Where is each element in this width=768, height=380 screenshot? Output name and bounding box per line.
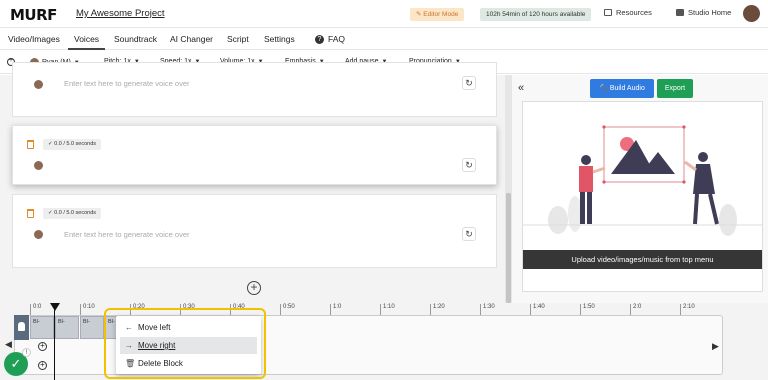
scrollbar-thumb[interactable] xyxy=(506,193,511,303)
tab-faq[interactable]: ? FAQ xyxy=(315,34,345,44)
playhead-handle[interactable] xyxy=(50,303,60,311)
block-duration-badge: ✓ 0.0 / 5.0 seconds xyxy=(43,208,102,219)
build-audio-button[interactable]: 🔨 Build Audio xyxy=(590,79,654,98)
resources-icon xyxy=(604,9,612,16)
studio-home-link[interactable]: Studio Home xyxy=(676,8,731,17)
help-icon: ? xyxy=(315,34,324,44)
ruler-tick: 0:0 xyxy=(30,304,41,315)
regenerate-icon[interactable]: ↻ xyxy=(462,158,476,172)
info-badge: ! xyxy=(22,348,31,357)
hours-available-badge: 102h 54min of 120 hours available xyxy=(480,8,592,21)
trash-icon[interactable] xyxy=(27,209,34,218)
tab-settings[interactable]: Settings xyxy=(264,34,295,44)
regenerate-icon[interactable]: ↻ xyxy=(462,227,476,241)
ruler-tick: 1:40 xyxy=(530,304,545,315)
block-text-input[interactable]: Enter text here to generate voice over xyxy=(64,230,190,239)
timeline-clip[interactable]: Bl- xyxy=(30,316,54,339)
ruler-tick: 1:10 xyxy=(380,304,395,315)
add-track-icon[interactable]: + xyxy=(38,342,47,351)
ruler-tick: 0:10 xyxy=(80,304,95,315)
resources-link[interactable]: Resources xyxy=(604,8,652,17)
block-duration-badge: ✓ 0.0 / 5.0 seconds xyxy=(43,139,102,150)
tab-soundtrack[interactable]: Soundtrack xyxy=(114,34,157,44)
top-bar: MURF My Awesome Project ✎ Editor Mode 10… xyxy=(0,0,768,28)
person-icon xyxy=(18,322,25,331)
project-title[interactable]: My Awesome Project xyxy=(76,8,165,19)
voice-avatar-icon xyxy=(34,161,43,170)
collapse-panel-icon[interactable]: « xyxy=(518,82,524,94)
regenerate-icon[interactable]: ↻ xyxy=(462,76,476,90)
build-audio-label: Build Audio xyxy=(609,85,645,92)
murf-logo[interactable]: MURF xyxy=(10,6,57,24)
block-duration: 0.0 / 5.0 seconds xyxy=(54,141,97,147)
editor-mode-label: Editor Mode xyxy=(423,11,459,18)
voice-block-selected[interactable]: ✓ 0.0 / 5.0 seconds ↻ xyxy=(12,125,497,185)
scroll-right-icon[interactable]: ▶ xyxy=(712,341,719,352)
export-button[interactable]: Export xyxy=(657,79,693,98)
ruler-tick: 2:0 xyxy=(630,304,641,315)
timeline-clip[interactable]: Bl- xyxy=(80,316,104,339)
block-duration: 0.0 / 5.0 seconds xyxy=(54,210,97,216)
voice-avatar-icon xyxy=(34,230,43,239)
ruler-tick: 0:50 xyxy=(280,304,295,315)
voice-block[interactable]: ✓ 0.0 / 5.0 seconds Enter text here to g… xyxy=(12,194,497,268)
trash-icon[interactable] xyxy=(27,140,34,149)
tab-ai-changer[interactable]: AI Changer xyxy=(170,34,213,44)
playhead-line xyxy=(54,310,55,380)
voice-avatar-icon xyxy=(34,80,43,89)
ruler-tick: 1:50 xyxy=(580,304,595,315)
editor-scrollbar[interactable] xyxy=(505,75,512,303)
editor-mode-badge[interactable]: ✎ Editor Mode xyxy=(410,8,465,21)
block-text-input[interactable]: Enter text here to generate voice over xyxy=(64,79,190,88)
timeline-clip[interactable]: Bl- xyxy=(55,316,79,339)
ruler-tick: 1:20 xyxy=(430,304,445,315)
scroll-left-icon[interactable]: ◀ xyxy=(5,339,12,350)
ruler-tick: 1:30 xyxy=(480,304,495,315)
voice-track-header[interactable] xyxy=(14,315,29,340)
home-icon xyxy=(676,9,684,16)
tab-faq-label: FAQ xyxy=(328,34,346,44)
upload-caption: Upload video/images/music from top menu xyxy=(523,250,762,269)
tab-voices[interactable]: Voices xyxy=(68,28,106,50)
add-track-icon[interactable]: + xyxy=(38,361,47,370)
tab-script[interactable]: Script xyxy=(227,34,249,44)
voice-block[interactable]: Enter text here to generate voice over ↻ xyxy=(12,62,497,117)
add-block-icon[interactable]: + xyxy=(247,281,261,295)
tab-video-images[interactable]: Video/Images xyxy=(8,34,60,44)
studio-home-label: Studio Home xyxy=(688,8,732,17)
upload-illustration xyxy=(523,125,762,236)
media-preview[interactable]: Upload video/images/music from top menu xyxy=(522,101,763,292)
main-tabs: Video/Images Voices Soundtrack AI Change… xyxy=(0,28,768,50)
ruler-tick: 1:0 xyxy=(330,304,341,315)
highlight-outline xyxy=(104,308,266,379)
user-avatar[interactable] xyxy=(743,5,760,22)
ruler-tick: 2:10 xyxy=(680,304,695,315)
resources-label: Resources xyxy=(616,8,652,17)
